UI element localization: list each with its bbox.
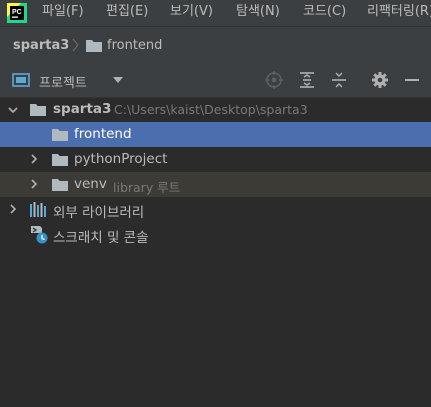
menu-view[interactable]: 보기(V) bbox=[170, 4, 213, 20]
collapsed-arrow-icon[interactable] bbox=[29, 154, 39, 164]
chevron-right-icon bbox=[72, 38, 79, 52]
tree-item-label: 스크래치 및 콘솔 bbox=[53, 230, 149, 246]
panel-title[interactable]: 프로젝트 bbox=[39, 72, 87, 91]
tree-item-label: 외부 라이브러리 bbox=[53, 205, 145, 221]
tree-item-pythonproject[interactable]: pythonProject bbox=[0, 147, 431, 172]
menu-edit[interactable]: 편집(E) bbox=[106, 4, 148, 20]
breadcrumb-root[interactable]: sparta3 bbox=[13, 38, 69, 53]
menu-bar: PC 파일(F) 편집(E) 보기(V) 탐색(N) 코드(C) 리팩터링(R) bbox=[0, 0, 431, 26]
gear-icon[interactable] bbox=[371, 71, 389, 89]
tree-item-path: C:\Users\kaist\Desktop\sparta3 bbox=[114, 102, 308, 117]
tree-item-label: pythonProject bbox=[74, 151, 168, 167]
tree-item-root[interactable]: sparta3 C:\Users\kaist\Desktop\sparta3 bbox=[0, 97, 431, 122]
tree-item-frontend[interactable]: frontend bbox=[0, 122, 431, 147]
tree-item-scratches[interactable]: 스크래치 및 콘솔 bbox=[0, 222, 431, 247]
breadcrumb: sparta3 frontend bbox=[0, 26, 431, 64]
tree-item-hint: library 루트 bbox=[113, 180, 181, 195]
tree-item-label: sparta3 bbox=[53, 101, 112, 117]
project-view-icon bbox=[12, 73, 30, 87]
scratches-icon bbox=[31, 226, 48, 244]
tree-item-venv[interactable]: venv library 루트 bbox=[0, 172, 431, 197]
folder-icon bbox=[52, 179, 68, 191]
project-panel-header: 프로젝트 bbox=[0, 63, 431, 98]
folder-icon bbox=[52, 129, 68, 141]
menu-file[interactable]: 파일(F) bbox=[42, 4, 84, 20]
expand-all-icon[interactable] bbox=[298, 71, 316, 89]
collapsed-arrow-icon[interactable] bbox=[8, 204, 18, 214]
menu-code[interactable]: 코드(C) bbox=[303, 4, 346, 20]
folder-icon bbox=[30, 104, 46, 116]
collapsed-arrow-icon[interactable] bbox=[29, 179, 39, 189]
breadcrumb-leaf[interactable]: frontend bbox=[107, 38, 162, 53]
tree-item-label: venv bbox=[74, 176, 107, 192]
collapse-all-icon[interactable] bbox=[330, 71, 348, 89]
tree-item-label: frontend bbox=[74, 126, 132, 142]
pycharm-logo-icon: PC bbox=[7, 3, 27, 23]
tree-item-external-libraries[interactable]: 외부 라이브러리 bbox=[0, 197, 431, 222]
library-icon bbox=[30, 202, 46, 217]
folder-icon bbox=[86, 40, 102, 52]
dropdown-arrow-icon[interactable] bbox=[112, 76, 124, 84]
menu-refactor[interactable]: 리팩터링(R) bbox=[367, 4, 431, 20]
expanded-arrow-icon[interactable] bbox=[8, 105, 18, 115]
locate-file-icon[interactable] bbox=[265, 71, 283, 89]
minimize-icon[interactable] bbox=[403, 71, 421, 89]
menu-navigate[interactable]: 탐색(N) bbox=[236, 4, 280, 20]
folder-icon bbox=[52, 154, 68, 166]
svg-text:PC: PC bbox=[12, 9, 22, 16]
